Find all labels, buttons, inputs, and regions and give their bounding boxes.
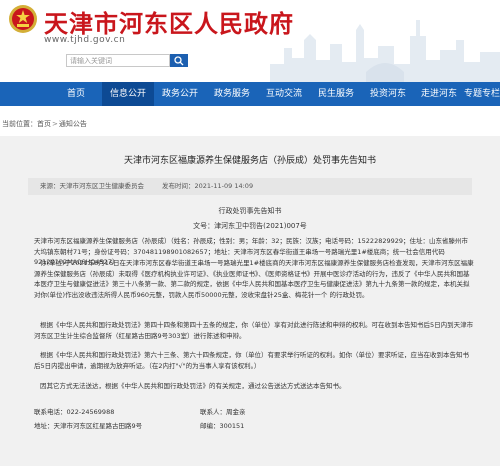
contact-person: 联系人：周金亲: [200, 408, 246, 416]
article-meta: 来源：天津市河东区卫生健康委员会 发布时间：2021-11-09 14:09: [28, 178, 472, 195]
contact-address: 地址：天津市河东区红星路古田路9号: [34, 422, 143, 430]
nav-item-topics[interactable]: 专题专栏: [464, 82, 500, 106]
paragraph-delivery: 因其它方式无法送达，根据《中华人民共和国行政处罚法》的有关规定，通过公告送达方式…: [40, 382, 346, 390]
main-nav: 首页 信息公开 政务公开 政务服务 互动交流 民生服务 投资河东 走进河东 专题…: [0, 82, 500, 106]
nav-item-gov-affairs[interactable]: 政务公开: [154, 82, 206, 106]
article-source: 来源：天津市河东区卫生健康委员会: [40, 182, 144, 190]
breadcrumb-home[interactable]: 首页: [37, 120, 51, 128]
city-skyline-banner: [270, 20, 500, 82]
contact-postcode: 邮编：300151: [200, 422, 245, 430]
doc-type-heading: 行政处罚事先告知书: [218, 207, 282, 215]
site-header: 天津市河东区人民政府 www.tjhd.gov.cn 请输入关键词: [0, 0, 500, 82]
nav-item-livelihood[interactable]: 民生服务: [310, 82, 362, 106]
search-input[interactable]: 请输入关键词: [66, 54, 170, 67]
nav-item-about[interactable]: 走进河东: [414, 82, 464, 106]
search-button[interactable]: [170, 54, 188, 67]
doc-number: 文号：津河东卫中罚告(2021)007号: [193, 222, 307, 230]
article-title: 天津市河东区福康源养生保健服务店（孙辰成）处罚事先告知书: [123, 156, 376, 166]
contact-phone: 联系电话：022-24569988: [34, 408, 115, 416]
nav-item-info-disclosure[interactable]: 信息公开: [102, 82, 154, 106]
site-domain: www.tjhd.gov.cn: [44, 35, 126, 45]
paragraph-defense-right: 根据《中华人民共和国行政处罚法》第四十四条和第四十五条的规定，你（单位）享有对此…: [34, 321, 474, 340]
site-title[interactable]: 天津市河东区人民政府: [44, 4, 294, 39]
nav-item-interaction[interactable]: 互动交流: [258, 82, 310, 106]
breadcrumb-label: 当前位置：: [2, 120, 37, 128]
national-emblem-icon: [9, 5, 37, 33]
nav-item-home[interactable]: 首页: [50, 82, 102, 106]
breadcrumb-notices[interactable]: 通知公告: [59, 120, 87, 128]
article-publish-time: 发布时间：2021-11-09 14:09: [162, 182, 254, 190]
nav-item-gov-services[interactable]: 政务服务: [206, 82, 258, 106]
breadcrumb-separator: >: [52, 120, 58, 128]
breadcrumb: 当前位置：首页>通知公告: [2, 119, 87, 129]
search-icon: [174, 56, 184, 66]
paragraph-hearing-right: 根据《中华人民共和国行政处罚法》第六十三条、第六十四条规定，你（单位）有要求举行…: [34, 351, 469, 370]
paragraph-violation: 你(单位)于2021年8月16日在天津市河东区春华街道王串场一号路瑞光里1#楼底…: [34, 259, 474, 299]
nav-item-invest[interactable]: 投资河东: [362, 82, 414, 106]
